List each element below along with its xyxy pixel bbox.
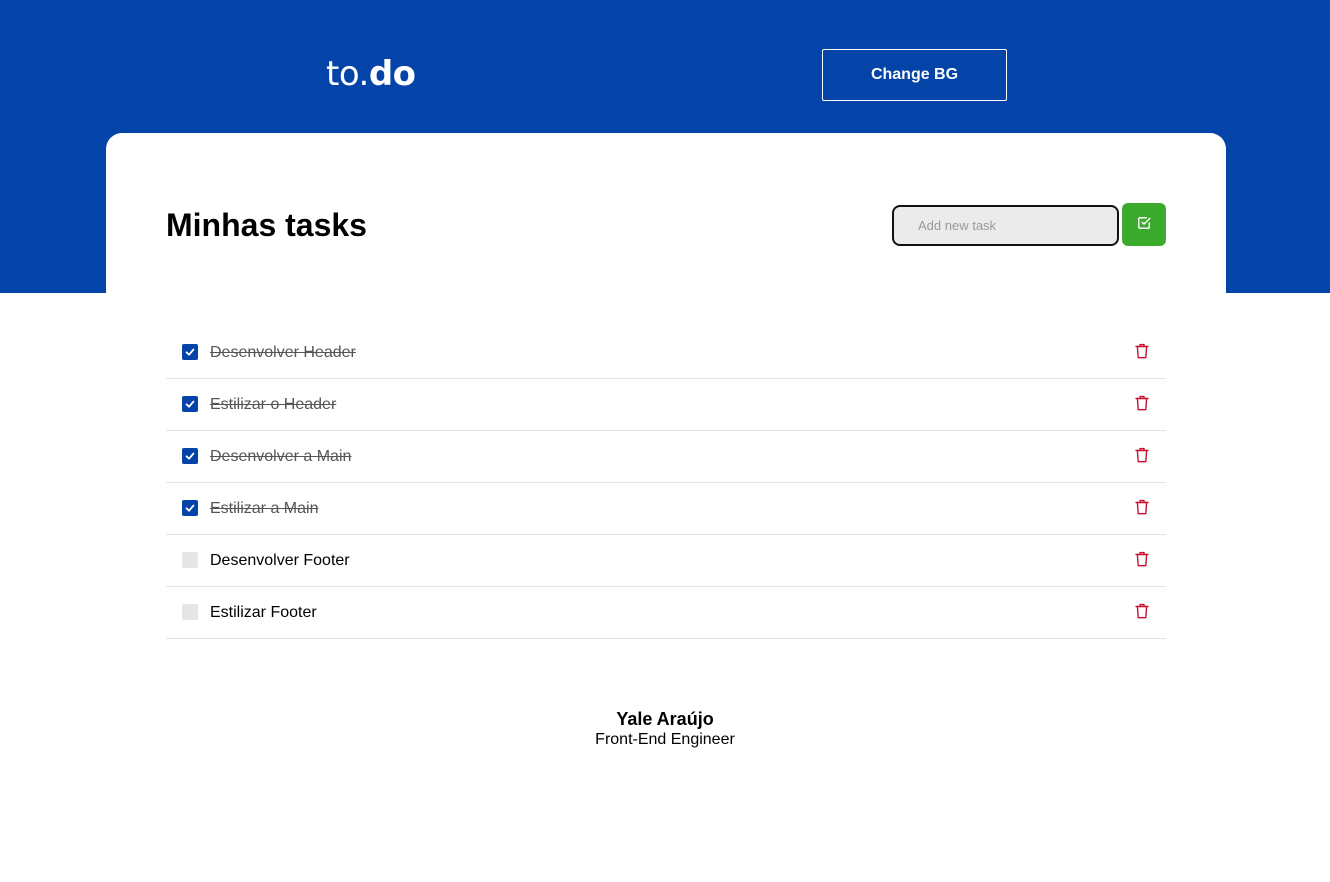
task-item: Estilizar a Main xyxy=(166,483,1166,535)
trash-icon[interactable] xyxy=(1134,550,1150,568)
task-label: Estilizar Footer xyxy=(210,604,317,621)
task-label: Desenvolver Header xyxy=(210,344,356,361)
page-title: Minhas tasks xyxy=(166,207,367,243)
task-item: Estilizar o Header xyxy=(166,379,1166,431)
trash-icon[interactable] xyxy=(1134,602,1150,620)
task-checkbox[interactable] xyxy=(182,448,198,464)
trash-icon[interactable] xyxy=(1134,342,1150,360)
check-icon xyxy=(185,348,195,356)
author-name: Yale Araújo xyxy=(616,709,714,729)
task-list: Desenvolver Header Estilizar o Header De… xyxy=(166,327,1166,639)
task-item: Estilizar Footer xyxy=(166,587,1166,639)
task-checkbox[interactable] xyxy=(182,396,198,412)
check-icon xyxy=(185,400,195,408)
task-label: Estilizar a Main xyxy=(210,500,319,517)
add-task-button[interactable] xyxy=(1122,203,1166,246)
task-checkbox[interactable] xyxy=(182,500,198,516)
task-label: Estilizar o Header xyxy=(210,396,337,413)
check-square-icon xyxy=(1137,216,1151,233)
trash-icon[interactable] xyxy=(1134,394,1150,412)
task-checkbox[interactable] xyxy=(182,604,198,620)
task-checkbox[interactable] xyxy=(182,552,198,568)
new-task-input[interactable] xyxy=(892,205,1119,246)
check-icon xyxy=(185,452,195,460)
trash-icon[interactable] xyxy=(1134,446,1150,464)
logo-suffix: do xyxy=(368,54,416,94)
task-checkbox[interactable] xyxy=(182,344,198,360)
task-item: Desenvolver Header xyxy=(166,327,1166,379)
task-label: Desenvolver a Main xyxy=(210,448,352,465)
trash-icon[interactable] xyxy=(1134,498,1150,516)
task-item: Desenvolver a Main xyxy=(166,431,1166,483)
check-icon xyxy=(185,504,195,512)
logo: to.do xyxy=(326,54,416,94)
task-item: Desenvolver Footer xyxy=(166,535,1166,587)
author-role: Front-End Engineer xyxy=(595,731,735,748)
task-label: Desenvolver Footer xyxy=(210,552,350,569)
logo-prefix: to. xyxy=(326,54,369,94)
footer: Yale Araújo Front-End Engineer xyxy=(0,709,1330,749)
change-bg-button[interactable]: Change BG xyxy=(822,49,1007,101)
